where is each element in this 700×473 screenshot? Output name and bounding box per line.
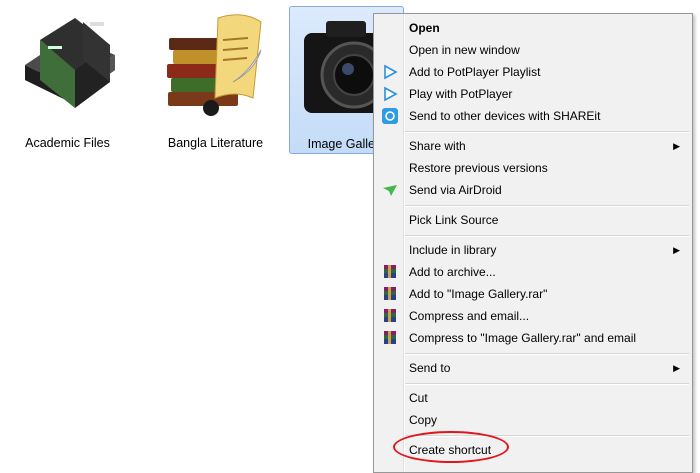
- winrar-icon: [384, 265, 396, 278]
- literature-books-icon: [167, 14, 262, 116]
- menu-item-compress-rar-email[interactable]: Compress to "Image Gallery.rar" and emai…: [376, 327, 690, 349]
- submenu-arrow-icon: ▶: [673, 363, 680, 373]
- menu-item-label: Add to "Image Gallery.rar": [409, 287, 548, 301]
- menu-item-label: Send to: [409, 361, 451, 375]
- menu-item-shareit[interactable]: Send to other devices with SHAREit: [376, 105, 690, 127]
- menu-item-label: Send via AirDroid: [409, 183, 502, 197]
- menu-separator: [405, 383, 689, 385]
- winrar-icon: [384, 309, 396, 322]
- submenu-arrow-icon: ▶: [673, 141, 680, 151]
- menu-item-pick-link-source[interactable]: Pick Link Source: [376, 209, 690, 231]
- menu-item-include-library[interactable]: Include in library ▶: [376, 239, 690, 261]
- folder-bangla-literature[interactable]: Bangla Literature: [158, 6, 273, 154]
- menu-item-open-new-window[interactable]: Open in new window: [376, 39, 690, 61]
- winrar-icon: [384, 287, 396, 300]
- menu-separator: [405, 205, 689, 207]
- menu-item-label: Copy: [409, 413, 438, 427]
- menu-item-send-to[interactable]: Send to ▶: [376, 357, 690, 379]
- menu-item-label: Include in library: [409, 243, 497, 257]
- folder-label: Academic Files: [25, 136, 110, 150]
- winrar-icon: [384, 331, 396, 344]
- menu-item-label: Compress to "Image Gallery.rar" and emai…: [409, 331, 637, 345]
- menu-item-label: Pick Link Source: [409, 213, 499, 227]
- menu-item-add-potplayer-playlist[interactable]: Add to PotPlayer Playlist: [376, 61, 690, 83]
- play-icon: [384, 64, 398, 80]
- submenu-arrow-icon: ▶: [673, 245, 680, 255]
- menu-item-label: Add to PotPlayer Playlist: [409, 65, 541, 79]
- menu-separator: [405, 235, 689, 237]
- menu-item-label: Play with PotPlayer: [409, 87, 513, 101]
- menu-item-share-with[interactable]: Share with ▶: [376, 135, 690, 157]
- menu-item-label: Compress and email...: [409, 309, 530, 323]
- menu-item-play-potplayer[interactable]: Play with PotPlayer: [376, 83, 690, 105]
- menu-item-label: Restore previous versions: [409, 161, 548, 175]
- menu-separator: [405, 353, 689, 355]
- menu-item-label: Cut: [409, 391, 428, 405]
- menu-item-cut[interactable]: Cut: [376, 387, 690, 409]
- menu-item-airdroid[interactable]: Send via AirDroid: [376, 179, 690, 201]
- menu-item-add-archive[interactable]: Add to archive...: [376, 261, 690, 283]
- menu-item-label: Send to other devices with SHAREit: [409, 109, 601, 123]
- folder-academic-files[interactable]: Academic Files: [10, 6, 125, 154]
- menu-item-label: Open in new window: [409, 43, 520, 57]
- airdroid-icon: [383, 185, 397, 196]
- menu-separator: [405, 131, 689, 133]
- menu-item-restore-versions[interactable]: Restore previous versions: [376, 157, 690, 179]
- shareit-icon: [382, 108, 398, 124]
- menu-item-open[interactable]: Open: [376, 17, 690, 39]
- menu-item-copy[interactable]: Copy: [376, 409, 690, 431]
- context-menu: Open Open in new window Add to PotPlayer…: [373, 13, 693, 473]
- menu-item-compress-email[interactable]: Compress and email...: [376, 305, 690, 327]
- menu-item-add-rar[interactable]: Add to "Image Gallery.rar": [376, 283, 690, 305]
- menu-item-label: Share with: [409, 139, 466, 153]
- highlight-circle: [393, 431, 509, 463]
- folder-label: Bangla Literature: [167, 136, 264, 150]
- play-icon: [384, 86, 398, 102]
- menu-item-label: Open: [409, 21, 440, 35]
- menu-item-label: Add to archive...: [409, 265, 496, 279]
- books-icon: [25, 18, 115, 108]
